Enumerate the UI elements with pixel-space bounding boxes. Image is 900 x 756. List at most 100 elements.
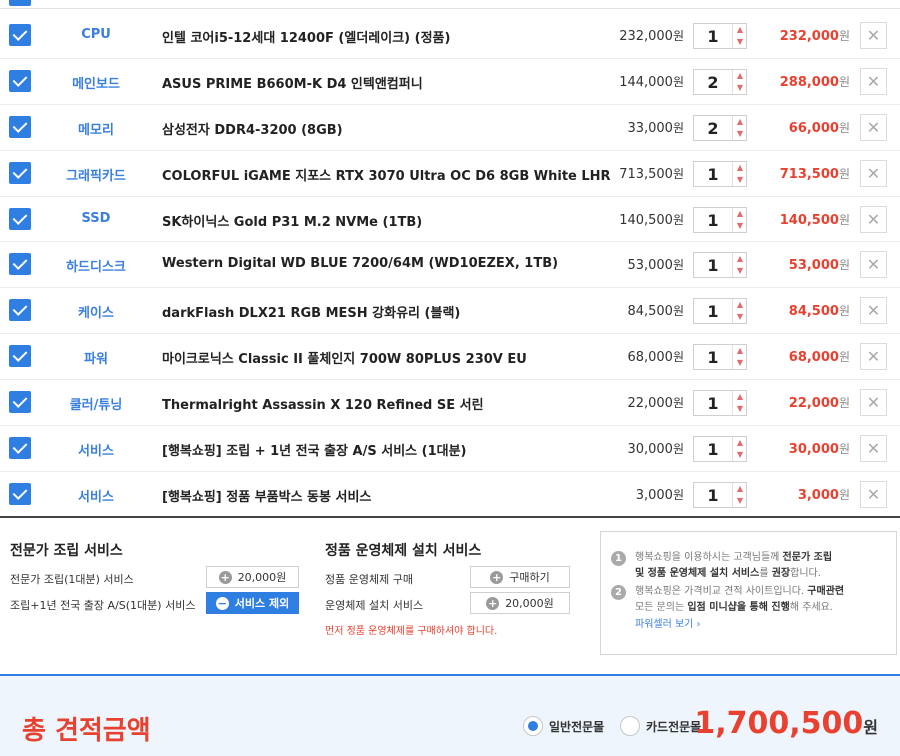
chevron-down-icon[interactable]: ▼ xyxy=(733,174,747,186)
quantity-value[interactable]: 1 xyxy=(694,440,732,459)
row-total: 140,500원 xyxy=(780,211,850,228)
row-checkbox[interactable] xyxy=(9,253,31,276)
currency-unit: 원 xyxy=(672,166,684,181)
close-icon[interactable]: ✕ xyxy=(860,251,887,279)
quantity-stepper: 1 ▲ ▼ xyxy=(693,23,747,49)
product-name[interactable]: 마이크로닉스 Classic II 풀체인지 700W 80PLUS 230V … xyxy=(162,348,527,367)
currency-unit: 원 xyxy=(838,304,850,319)
category-label: 그래픽카드 xyxy=(66,168,126,184)
chevron-up-icon[interactable]: ▲ xyxy=(733,70,747,82)
product-name[interactable]: SK하이닉스 Gold P31 M.2 NVMe (1TB) xyxy=(162,211,422,230)
chevron-down-icon[interactable]: ▼ xyxy=(733,403,747,415)
chevron-down-icon[interactable]: ▼ xyxy=(733,311,747,323)
chevron-up-icon[interactable]: ▲ xyxy=(733,253,747,265)
chevron-down-icon[interactable]: ▼ xyxy=(733,36,747,48)
close-icon[interactable]: ✕ xyxy=(860,343,887,371)
product-name[interactable]: 인텔 코어i5-12세대 12400F (엘더레이크) (정품) xyxy=(162,27,450,46)
unit-price: 140,500원 xyxy=(619,211,684,228)
general-mall-radio[interactable] xyxy=(523,716,543,736)
notice-text: 모든 문의는 xyxy=(635,602,688,613)
close-icon[interactable]: ✕ xyxy=(860,22,887,49)
quantity-value[interactable]: 1 xyxy=(694,165,732,184)
row-total-value: 68,000 xyxy=(788,350,839,366)
row-checkbox[interactable] xyxy=(9,437,31,460)
close-icon[interactable]: ✕ xyxy=(860,67,887,95)
quantity-value[interactable]: 2 xyxy=(694,73,732,92)
assembly-add-button[interactable]: + 20,000원 xyxy=(206,566,299,588)
quantity-value[interactable]: 2 xyxy=(694,119,732,138)
close-icon[interactable]: ✕ xyxy=(860,480,887,508)
chevron-down-icon[interactable]: ▼ xyxy=(733,265,747,277)
product-name[interactable]: [행복쇼핑] 정품 부품박스 동봉 서비스 xyxy=(162,486,371,505)
assembly-title: 전문가 조립 서비스 xyxy=(10,543,123,559)
quantity-stepper: 1 ▲ ▼ xyxy=(693,436,747,463)
close-icon[interactable]: ✕ xyxy=(860,205,887,233)
close-icon[interactable]: ✕ xyxy=(860,389,887,417)
unit-price-value: 84,500 xyxy=(627,304,673,320)
product-name[interactable]: Western Digital WD BLUE 7200/64M (WD10EZ… xyxy=(162,256,558,271)
chevron-up-icon[interactable]: ▲ xyxy=(733,299,747,311)
chevron-down-icon[interactable]: ▼ xyxy=(733,495,747,507)
quantity-value[interactable]: 1 xyxy=(694,27,732,46)
notice-strong: 및 정품 운영체제 설치 서비스 xyxy=(635,568,760,579)
quantity-value[interactable]: 1 xyxy=(694,486,732,505)
chevron-down-icon[interactable]: ▼ xyxy=(733,220,747,232)
unit-price-value: 53,000 xyxy=(627,258,673,274)
os-row2-label: 운영체제 설치 서비스 xyxy=(325,599,424,612)
os-install-button[interactable]: + 20,000원 xyxy=(470,592,570,614)
chevron-up-icon[interactable]: ▲ xyxy=(733,116,747,128)
grand-total-value: 1,700,500 xyxy=(694,706,864,741)
row-total: 713,500원 xyxy=(780,165,850,182)
chevron-up-icon[interactable]: ▲ xyxy=(733,345,747,357)
quantity-stepper: 1 ▲ ▼ xyxy=(693,298,747,325)
row-checkbox[interactable] xyxy=(9,299,31,322)
row-total: 66,000원 xyxy=(789,119,850,136)
quantity-value[interactable]: 1 xyxy=(694,394,732,413)
product-name[interactable]: 삼성전자 DDR4-3200 (8GB) xyxy=(162,119,343,138)
close-icon[interactable]: ✕ xyxy=(860,113,887,141)
currency-unit: 원 xyxy=(672,442,684,457)
chevron-up-icon[interactable]: ▲ xyxy=(733,483,747,495)
header-checkbox[interactable] xyxy=(9,0,31,6)
currency-unit: 원 xyxy=(838,258,850,273)
chevron-down-icon[interactable]: ▼ xyxy=(733,128,747,140)
os-buy-button[interactable]: + 구매하기 xyxy=(470,566,570,588)
chevron-down-icon[interactable]: ▼ xyxy=(733,449,747,461)
power-seller-link[interactable]: 파워셀러 보기 › xyxy=(635,617,886,633)
row-checkbox[interactable] xyxy=(9,345,31,368)
chevron-down-icon[interactable]: ▼ xyxy=(733,357,747,369)
row-total-value: 3,000 xyxy=(797,487,839,503)
product-name[interactable]: darkFlash DLX21 RGB MESH 강화유리 (블랙) xyxy=(162,302,460,321)
close-icon[interactable]: ✕ xyxy=(860,297,887,325)
chevron-up-icon[interactable]: ▲ xyxy=(733,391,747,403)
quantity-value[interactable]: 1 xyxy=(694,348,732,367)
close-icon[interactable]: ✕ xyxy=(860,159,887,187)
chevron-up-icon[interactable]: ▲ xyxy=(733,437,747,449)
quantity-value[interactable]: 1 xyxy=(694,256,732,275)
chevron-up-icon[interactable]: ▲ xyxy=(733,208,747,220)
quantity-value[interactable]: 1 xyxy=(694,211,732,230)
product-name[interactable]: ASUS PRIME B660M-K D4 인텍앤컴퍼니 xyxy=(162,73,423,92)
category-label: 메인보드 xyxy=(72,76,120,92)
currency-unit: 원 xyxy=(838,212,850,227)
grand-total: 1,700,500원 xyxy=(694,706,878,741)
row-checkbox[interactable] xyxy=(9,69,31,92)
row-checkbox[interactable] xyxy=(9,391,31,414)
chevron-down-icon[interactable]: ▼ xyxy=(733,82,747,94)
row-checkbox[interactable] xyxy=(9,482,31,505)
quantity-value[interactable]: 1 xyxy=(694,302,732,321)
product-name[interactable]: COLORFUL iGAME 지포스 RTX 3070 Ultra OC D6 … xyxy=(162,165,611,184)
service-exclude-button[interactable]: − 서비스 제외 xyxy=(206,592,299,614)
row-checkbox[interactable] xyxy=(9,115,31,138)
chevron-up-icon[interactable]: ▲ xyxy=(733,24,747,36)
os-buy-button-label: 구매하기 xyxy=(509,571,550,584)
chevron-up-icon[interactable]: ▲ xyxy=(733,162,747,174)
row-checkbox[interactable] xyxy=(9,161,31,184)
row-checkbox[interactable] xyxy=(9,207,31,230)
row-checkbox[interactable] xyxy=(9,24,31,46)
product-name[interactable]: Thermalright Assassin X 120 Refined SE 서… xyxy=(162,394,484,413)
unit-price-value: 3,000 xyxy=(635,487,673,503)
close-icon[interactable]: ✕ xyxy=(860,435,887,463)
card-mall-radio[interactable] xyxy=(620,716,640,736)
product-name[interactable]: [행복쇼핑] 조립 + 1년 전국 출장 A/S 서비스 (1대분) xyxy=(162,440,467,459)
